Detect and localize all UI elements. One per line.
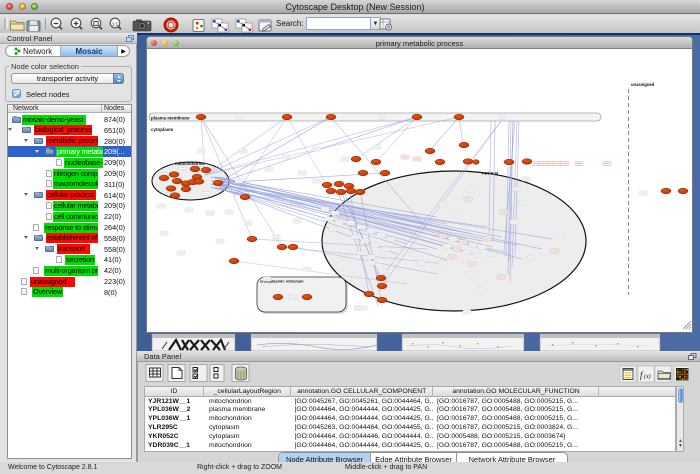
svg-text:unassigned: unassigned <box>631 82 655 87</box>
svg-text:plasma membrane: plasma membrane <box>151 116 190 121</box>
svg-text:1:1: 1:1 <box>112 22 119 27</box>
svg-text:mitochondrion: mitochondrion <box>175 161 205 166</box>
svg-text:cytoplasm: cytoplasm <box>151 127 173 132</box>
svg-text:(x): (x) <box>644 373 651 380</box>
